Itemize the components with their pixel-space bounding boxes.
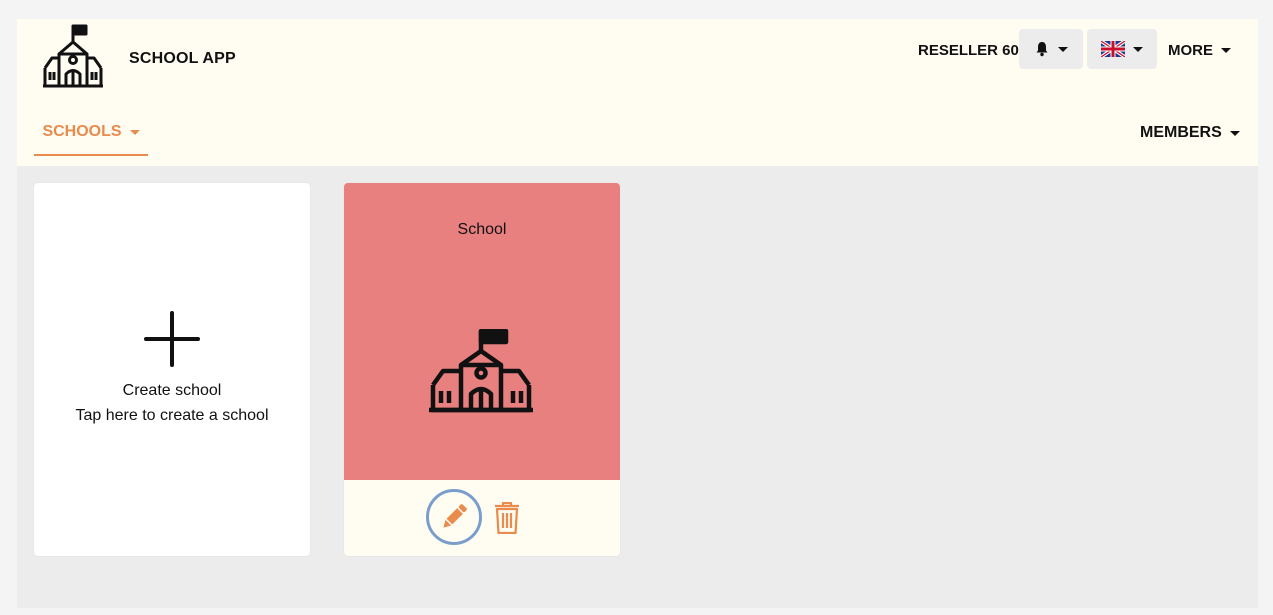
plus-icon (144, 311, 200, 367)
tab-members[interactable]: MEMBERS (1140, 124, 1240, 142)
tab-schools[interactable]: SCHOOLS (34, 110, 148, 156)
language-dropdown[interactable] (1087, 29, 1157, 69)
app-frame: SCHOOL APP RESELLER 60 MORE SCHOOLS MEMB… (17, 19, 1258, 608)
school-name: School (457, 221, 507, 238)
more-label: MORE (1168, 42, 1213, 59)
school-building-icon (429, 329, 533, 413)
bell-icon (1036, 42, 1048, 57)
school-card-body[interactable]: School (344, 183, 620, 480)
app-title: SCHOOL APP (129, 50, 236, 67)
notifications-dropdown[interactable] (1019, 29, 1083, 69)
tab-members-label: MEMBERS (1140, 124, 1222, 141)
school-card: School (344, 183, 620, 556)
chevron-down-icon (1133, 46, 1143, 52)
edit-school-button[interactable] (426, 489, 482, 545)
uk-flag-icon (1101, 41, 1125, 57)
chevron-down-icon (129, 129, 140, 135)
tab-schools-label: SCHOOLS (42, 123, 122, 140)
chevron-down-icon (1058, 46, 1068, 52)
delete-school-button[interactable] (492, 501, 522, 535)
create-school-subtitle: Tap here to create a school (75, 407, 269, 424)
create-school-card[interactable]: Create school Tap here to create a schoo… (34, 183, 310, 556)
trash-icon (495, 502, 519, 534)
create-school-title: Create school (122, 382, 222, 399)
chevron-down-icon (1221, 48, 1231, 53)
reseller-label[interactable]: RESELLER 60 (918, 42, 1019, 59)
more-menu[interactable]: MORE (1168, 42, 1231, 59)
school-logo-icon (43, 24, 103, 88)
header: SCHOOL APP RESELLER 60 MORE SCHOOLS MEMB… (17, 19, 1258, 166)
chevron-down-icon (1229, 130, 1240, 136)
pencil-icon (443, 504, 467, 528)
